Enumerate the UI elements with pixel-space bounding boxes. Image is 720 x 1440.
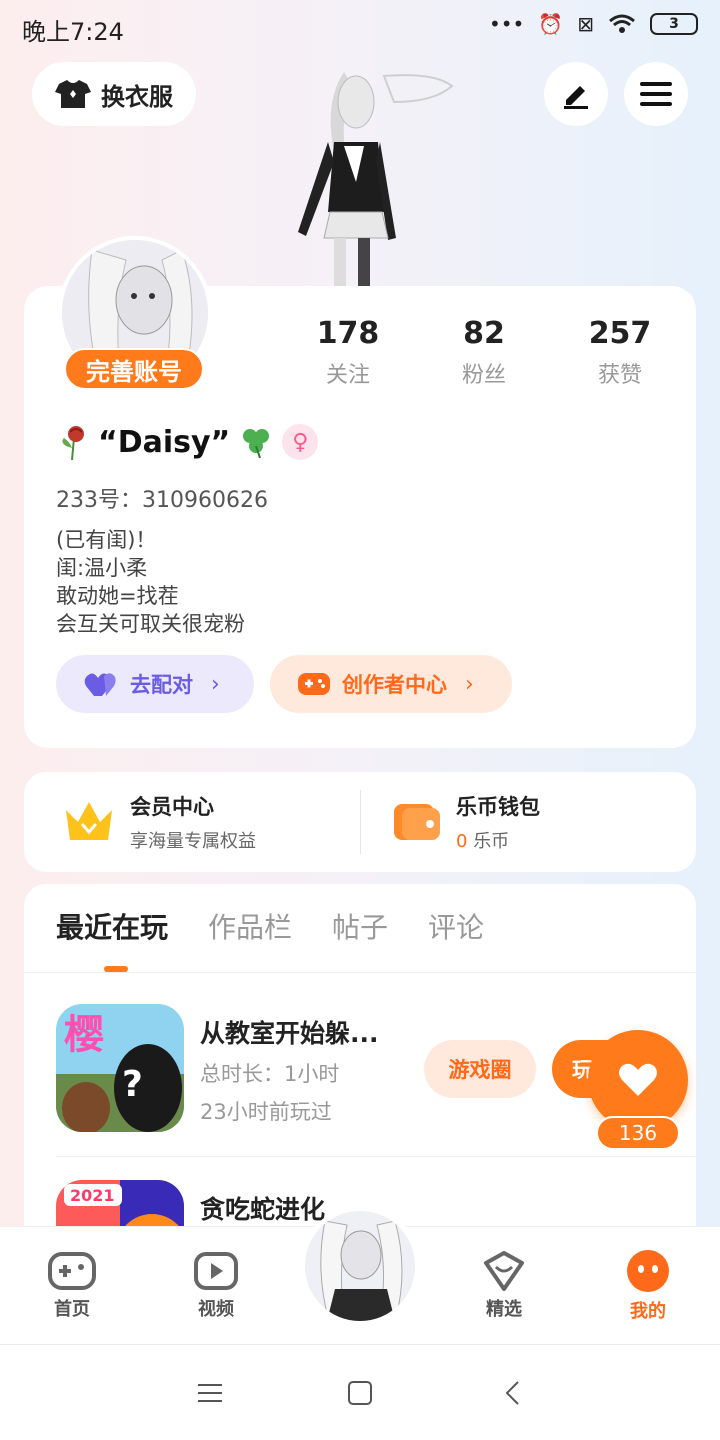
- change-outfit-button[interactable]: 换衣服: [32, 62, 196, 126]
- bio-line: 闺:温小柔: [56, 556, 148, 580]
- nav-mine[interactable]: 我的: [598, 1227, 698, 1345]
- game-cover-image: 樱 ?: [56, 1004, 184, 1132]
- square-icon: [348, 1381, 372, 1405]
- crown-icon: [66, 802, 112, 840]
- like-button[interactable]: [588, 1030, 688, 1130]
- wallet[interactable]: 乐币钱包 0 乐币: [392, 772, 540, 872]
- menu-icon: [640, 82, 672, 106]
- tab-posts[interactable]: 帖子: [332, 906, 388, 946]
- alarm-icon: ⏰: [538, 12, 564, 36]
- battery-icon: 3: [650, 13, 698, 35]
- nickname-row: “Daisy” ♀: [56, 424, 319, 460]
- member-center[interactable]: 会员中心 享海量专属权益: [62, 772, 256, 872]
- member-center-subtitle: 享海量专属权益: [130, 831, 256, 852]
- tab-comments[interactable]: 评论: [428, 906, 484, 946]
- divider: [56, 1156, 696, 1157]
- status-bar: 晚上7:24 ••• ⏰ ⊠ 3: [0, 0, 720, 54]
- nav-featured-label: 精选: [486, 1299, 522, 1320]
- shirt-icon: [55, 80, 91, 108]
- system-home-button[interactable]: [340, 1377, 380, 1409]
- game-duration: 总时长：1小时: [200, 1062, 340, 1086]
- status-icons: ••• ⏰ ⊠ 3: [489, 12, 698, 36]
- nav-video-label: 视频: [198, 1299, 234, 1320]
- wifi-icon: [609, 14, 635, 33]
- system-menu-button[interactable]: [190, 1377, 230, 1409]
- like-count: 136: [596, 1116, 680, 1150]
- wallet-unit: 乐币: [473, 831, 510, 852]
- wallet-icon: [394, 804, 440, 840]
- smile-face-icon: [627, 1250, 669, 1292]
- heart-pair-icon: [84, 673, 116, 696]
- wilted-rose-icon: [62, 426, 84, 460]
- game-last-played: 23小时前玩过: [200, 1100, 332, 1124]
- member-center-title: 会员中心: [130, 795, 214, 819]
- chevron-right-icon: ›: [465, 671, 474, 697]
- edit-button[interactable]: [544, 62, 608, 126]
- svg-text:樱: 樱: [64, 1012, 104, 1058]
- stat-following[interactable]: 178 关注: [288, 316, 408, 389]
- vip-wallet-card: 会员中心 享海量专属权益 乐币钱包 0 乐币: [24, 772, 696, 872]
- nav-avatar-image: [305, 1211, 415, 1321]
- nav-home[interactable]: 首页: [22, 1227, 122, 1345]
- pen-icon: [564, 86, 588, 109]
- stat-following-label: 关注: [325, 363, 370, 388]
- stat-followers-label: 粉丝: [461, 363, 506, 388]
- bio: (已有闺)！ 闺:温小柔 敢动她=找茬 会互关可取关很宠粉: [56, 526, 245, 638]
- nickname: “Daisy”: [98, 424, 231, 460]
- stat-likes-count: 257: [588, 316, 652, 351]
- stat-following-count: 178: [316, 316, 380, 351]
- game-icon[interactable]: 樱 ?: [56, 1004, 184, 1132]
- complete-account-button[interactable]: 完善账号: [64, 348, 204, 390]
- game-title: 贪吃蛇进化: [200, 1195, 326, 1224]
- match-button[interactable]: 去配对 ›: [56, 655, 254, 713]
- play-icon: [194, 1252, 238, 1290]
- match-label: 去配对: [130, 673, 193, 697]
- clover-icon: [243, 429, 270, 459]
- nav-featured[interactable]: 精选: [454, 1227, 554, 1345]
- wallet-title: 乐币钱包: [456, 795, 540, 819]
- sim-off-icon: ⊠: [577, 12, 594, 36]
- stat-likes-label: 获赞: [597, 363, 642, 388]
- creator-center-label: 创作者中心: [342, 673, 447, 697]
- nav-mine-label: 我的: [630, 1301, 666, 1322]
- avatar-3d-figure[interactable]: [284, 62, 460, 292]
- svg-text:?: ?: [122, 1064, 143, 1105]
- back-arrow-icon: [505, 1381, 519, 1405]
- gamepad-icon: [298, 673, 330, 695]
- nav-video[interactable]: 视频: [166, 1227, 266, 1345]
- heart-badge-icon: [484, 1251, 524, 1291]
- gamepad-icon: [48, 1252, 96, 1290]
- divider: [24, 972, 696, 973]
- tab-works[interactable]: 作品栏: [208, 906, 292, 946]
- system-back-button[interactable]: [492, 1377, 532, 1409]
- system-nav: [0, 1344, 720, 1440]
- wallet-amount: 0: [456, 831, 468, 852]
- year-badge: 2021: [70, 1186, 115, 1205]
- stat-followers[interactable]: 82 粉丝: [424, 316, 544, 389]
- nav-avatar-center[interactable]: [300, 1206, 420, 1326]
- tab-recently-played[interactable]: 最近在玩: [56, 906, 168, 946]
- change-outfit-label: 换衣服: [101, 82, 173, 111]
- more-dots-icon: •••: [488, 12, 525, 36]
- chevron-right-icon: ›: [211, 671, 220, 697]
- wallet-balance: 0 乐币: [456, 827, 540, 853]
- bio-line: 敢动她=找茬: [56, 584, 179, 608]
- divider: [360, 790, 361, 854]
- content-tabs: 最近在玩 作品栏 帖子 评论: [56, 906, 484, 946]
- menu-button[interactable]: [624, 62, 688, 126]
- user-id[interactable]: 233号：310960626: [56, 482, 268, 514]
- bio-line: (已有闺)！: [56, 528, 157, 552]
- female-icon: ♀: [282, 424, 319, 460]
- creator-center-button[interactable]: 创作者中心 ›: [270, 655, 512, 713]
- status-time: 晚上7:24: [22, 18, 124, 46]
- menu-lines-icon: [198, 1384, 222, 1402]
- stat-followers-count: 82: [463, 316, 505, 351]
- stat-likes[interactable]: 257 获赞: [560, 316, 680, 389]
- heart-icon: [619, 1063, 657, 1096]
- bio-line: 会互关可取关很宠粉: [56, 612, 245, 636]
- nav-home-label: 首页: [54, 1299, 90, 1320]
- game-title: 从教室开始躲...: [200, 1019, 379, 1048]
- game-circle-button[interactable]: 游戏圈: [424, 1040, 536, 1098]
